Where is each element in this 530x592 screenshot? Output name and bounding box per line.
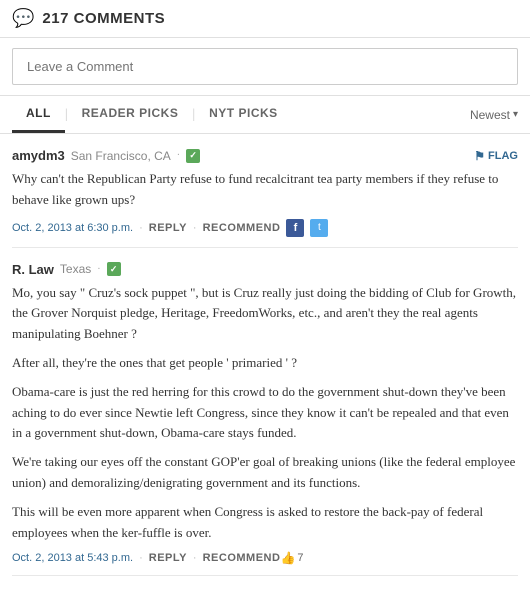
flag-label: FLAG bbox=[488, 150, 518, 162]
leave-comment-input[interactable] bbox=[12, 48, 518, 85]
social-icons: f t bbox=[286, 219, 328, 237]
recommend-count: 7 bbox=[297, 552, 303, 564]
action-sep-1: · bbox=[139, 222, 143, 234]
action-sep-1: · bbox=[139, 552, 143, 564]
sort-dropdown[interactable]: Newest ▾ bbox=[470, 108, 518, 122]
comment-input-area bbox=[0, 38, 530, 96]
tab-reader-picks[interactable]: READER PICKS bbox=[68, 96, 193, 133]
sort-arrow-icon: ▾ bbox=[513, 109, 518, 120]
sort-label: Newest bbox=[470, 108, 510, 122]
comments-header: 💬 217 COMMENTS bbox=[0, 0, 530, 38]
comment-item: R. Law Texas · ✓ Mo, you say " Cruz's so… bbox=[12, 248, 518, 577]
comment-meta: amydm3 San Francisco, CA · ✓ ⚑ FLAG bbox=[12, 148, 518, 163]
verified-badge: ✓ bbox=[186, 149, 200, 163]
commenter-name: R. Law bbox=[12, 262, 54, 277]
dot-sep: · bbox=[177, 150, 180, 161]
comment-body: Mo, you say " Cruz's sock puppet ", but … bbox=[12, 283, 518, 544]
commenter-name: amydm3 bbox=[12, 148, 65, 163]
flag-icon: ⚑ bbox=[474, 149, 485, 163]
action-sep-2: · bbox=[193, 222, 197, 234]
verified-badge: ✓ bbox=[107, 262, 121, 276]
comments-count-title: 217 COMMENTS bbox=[42, 10, 165, 27]
recommend-link[interactable]: RECOMMEND bbox=[203, 552, 281, 564]
twitter-icon[interactable]: t bbox=[310, 219, 328, 237]
comment-actions: Oct. 2, 2013 at 5:43 p.m. · REPLY · RECO… bbox=[12, 551, 518, 565]
facebook-icon[interactable]: f bbox=[286, 219, 304, 237]
comment-meta-left: R. Law Texas · ✓ bbox=[12, 262, 121, 277]
commenter-location: Texas bbox=[60, 262, 91, 276]
comment-meta-left: amydm3 San Francisco, CA · ✓ bbox=[12, 148, 200, 163]
thumbs-icon: 👍 bbox=[280, 551, 295, 565]
tabs-bar: ALL | READER PICKS | NYT PICKS Newest ▾ bbox=[0, 96, 530, 134]
comment-date: Oct. 2, 2013 at 5:43 p.m. bbox=[12, 552, 133, 564]
dot-sep: · bbox=[97, 264, 100, 275]
comment-actions: Oct. 2, 2013 at 6:30 p.m. · REPLY · RECO… bbox=[12, 219, 518, 237]
comments-list: amydm3 San Francisco, CA · ✓ ⚑ FLAG Why … bbox=[0, 134, 530, 576]
commenter-location: San Francisco, CA bbox=[71, 149, 171, 163]
flag-button[interactable]: ⚑ FLAG bbox=[474, 149, 518, 163]
tab-all[interactable]: ALL bbox=[12, 96, 65, 133]
comments-bubble-icon: 💬 bbox=[12, 8, 34, 29]
action-sep-2: · bbox=[193, 552, 197, 564]
comment-body: Why can't the Republican Party refuse to… bbox=[12, 169, 518, 211]
reply-link[interactable]: REPLY bbox=[149, 552, 187, 564]
tabs-left: ALL | READER PICKS | NYT PICKS bbox=[12, 96, 292, 133]
comment-meta: R. Law Texas · ✓ bbox=[12, 262, 518, 277]
comment-date: Oct. 2, 2013 at 6:30 p.m. bbox=[12, 222, 133, 234]
tab-nyt-picks[interactable]: NYT PICKS bbox=[195, 96, 292, 133]
comment-item: amydm3 San Francisco, CA · ✓ ⚑ FLAG Why … bbox=[12, 134, 518, 248]
recommend-link[interactable]: RECOMMEND bbox=[203, 222, 281, 234]
reply-link[interactable]: REPLY bbox=[149, 222, 187, 234]
